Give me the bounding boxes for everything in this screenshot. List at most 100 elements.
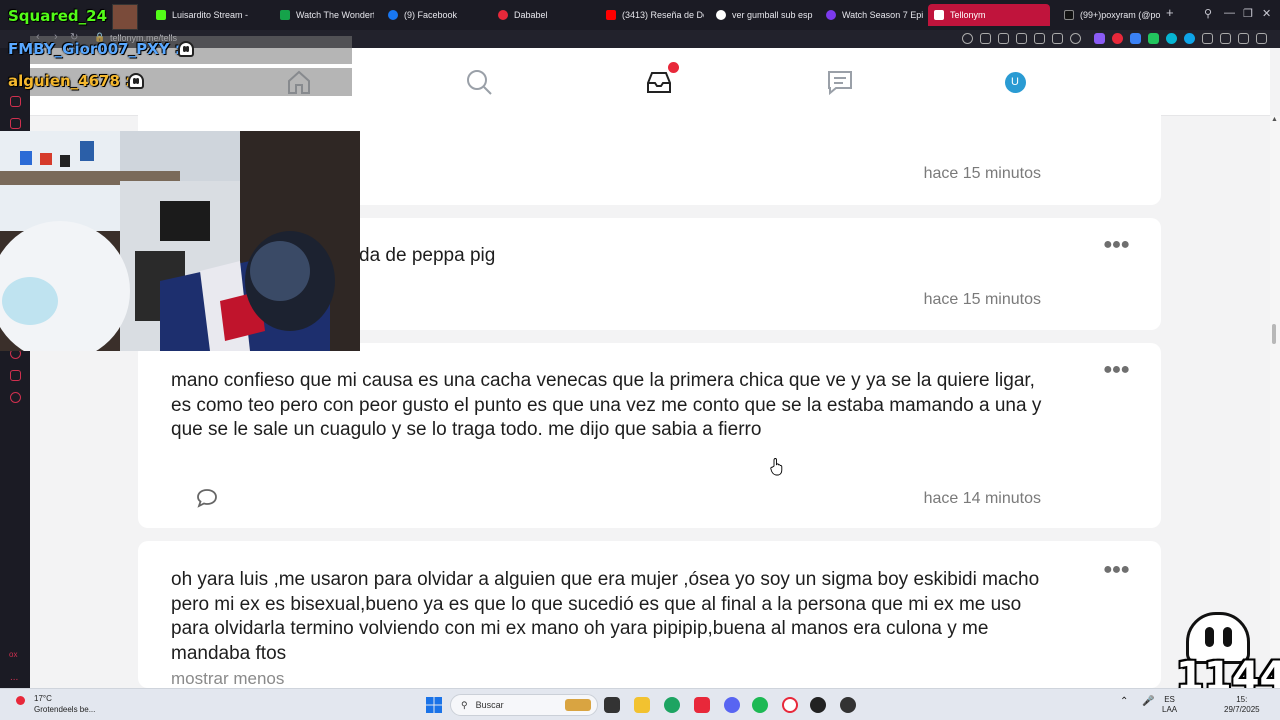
browser-tab-active[interactable]: Tellonym — [928, 4, 1050, 26]
extensions-puzzle-icon[interactable] — [1202, 33, 1213, 44]
tell-text: oh yara luis ,me usaron para olvidar a a… — [171, 569, 1040, 664]
streamer-name: Squared_24 : — [8, 7, 119, 25]
extension-icon[interactable] — [1184, 33, 1195, 44]
reply-button[interactable] — [196, 488, 218, 513]
pin-icon[interactable] — [980, 33, 991, 44]
sidebar-toggle-icon[interactable] — [1220, 33, 1231, 44]
windows-start-icon[interactable] — [426, 697, 442, 713]
sidebar-app-icon[interactable] — [10, 370, 21, 381]
browser-tab[interactable]: (3413) Reseña de De — [600, 4, 704, 26]
browser-tab[interactable]: Watch The Wonderf — [274, 4, 374, 26]
sidebar-app-icon[interactable] — [10, 118, 21, 129]
ghost-emote-icon — [178, 41, 194, 57]
minimize-icon[interactable]: — — [1224, 7, 1235, 19]
show-less-link[interactable]: mostrar menos — [171, 669, 284, 689]
close-icon[interactable]: ✕ — [1262, 7, 1271, 20]
browser-tab[interactable]: Watch Season 7 Epi — [820, 4, 924, 26]
play-icon[interactable] — [1052, 33, 1063, 44]
extension-icon[interactable] — [1148, 33, 1159, 44]
translate-icon[interactable] — [1034, 33, 1045, 44]
search-tabs-icon[interactable]: ⚲ — [1204, 7, 1212, 20]
opera-icon[interactable] — [782, 697, 798, 713]
site-favicon-icon — [826, 10, 836, 20]
weather-desc: Grotendeels be... — [34, 705, 96, 714]
browser-tab-strip: Luisardito Stream - Watch The Wonderf (9… — [0, 0, 1280, 30]
more-options-button[interactable]: ●●● — [1103, 561, 1130, 579]
tell-card: mano confieso que mi causa es una cacha … — [138, 343, 1161, 528]
zoom-icon[interactable] — [962, 33, 973, 44]
app-icon[interactable] — [810, 697, 826, 713]
feed-icon — [828, 71, 852, 96]
tell-timestamp: hace 15 minutos — [923, 291, 1041, 308]
youtube-favicon-icon — [606, 10, 616, 20]
spotify-icon[interactable] — [752, 697, 768, 713]
microphone-icon[interactable]: 🎤 — [1142, 697, 1154, 707]
more-options-button[interactable]: ●●● — [1103, 236, 1130, 254]
sidebar-app-icon[interactable] — [10, 96, 21, 107]
chrome-icon[interactable] — [664, 697, 680, 713]
more-icon[interactable]: ... — [10, 672, 18, 683]
obs-icon[interactable] — [840, 697, 856, 713]
tiktok-favicon-icon — [1064, 10, 1074, 20]
site-favicon-icon — [498, 10, 508, 20]
webcam-feed — [0, 131, 360, 351]
facebook-favicon-icon — [388, 10, 398, 20]
weather-widget[interactable]: 17°C Grotendeels be... — [14, 693, 95, 715]
streamer-avatar — [112, 4, 138, 30]
weather-icon — [16, 696, 25, 705]
avatar: U — [1004, 71, 1026, 93]
settings-icon[interactable] — [10, 392, 21, 403]
taskbar-search[interactable]: ⚲ Buscar — [450, 694, 598, 716]
profile-button[interactable]: U — [999, 66, 1031, 98]
browser-tab[interactable]: (9) Facebook — [382, 4, 492, 26]
download-icon[interactable] — [1238, 33, 1249, 44]
task-view-icon[interactable] — [604, 697, 620, 713]
tell-card: oh yara luis ,me usaron para olvidar a a… — [138, 541, 1161, 688]
search-button[interactable] — [463, 66, 495, 98]
ghost-emote-icon — [128, 73, 144, 89]
search-icon — [467, 70, 492, 95]
webcam-image — [0, 131, 360, 351]
new-tab-button[interactable]: + — [1166, 5, 1174, 20]
inbox-button[interactable] — [643, 62, 679, 98]
restore-icon[interactable]: ❐ — [1243, 7, 1253, 20]
extension-icon[interactable] — [1112, 33, 1123, 44]
file-explorer-icon[interactable] — [634, 697, 650, 713]
comment-icon — [197, 489, 217, 508]
tell-timestamp: hace 15 minutos — [923, 165, 1041, 182]
sidebar-app-icon[interactable]: ox — [9, 650, 17, 659]
kick-favicon-icon — [156, 10, 166, 20]
google-favicon-icon — [716, 10, 726, 20]
menu-icon[interactable] — [1256, 33, 1267, 44]
search-icon: ⚲ — [461, 699, 468, 710]
browser-tab[interactable]: ver gumball sub esp — [710, 4, 814, 26]
clock[interactable]: 15: 29/7/2025 — [1224, 695, 1260, 715]
app-icon[interactable] — [694, 697, 710, 713]
windows-taskbar: 17°C Grotendeels be... ⚲ Buscar ⌃ 🎤 ES L… — [0, 688, 1280, 720]
shield-icon[interactable] — [1016, 33, 1027, 44]
extension-icon[interactable] — [1130, 33, 1141, 44]
more-options-button[interactable]: ●●● — [1103, 361, 1130, 379]
heart-icon[interactable] — [1070, 33, 1081, 44]
search-highlight-icon — [565, 699, 591, 711]
browser-tab[interactable]: (99+)poxyram (@po — [1058, 4, 1162, 26]
scroll-up-icon[interactable]: ▲ — [1271, 116, 1278, 123]
search-placeholder: Buscar — [475, 700, 504, 710]
tray-chevron-icon[interactable]: ⌃ — [1120, 697, 1128, 707]
language-indicator[interactable]: ES LAA — [1162, 695, 1177, 715]
hand-cursor-icon — [770, 458, 783, 476]
page-scrollbar[interactable]: ▲ ▼ — [1270, 116, 1280, 688]
scroll-thumb[interactable] — [1272, 324, 1276, 344]
weather-temp: 17°C — [34, 694, 52, 703]
discord-icon[interactable] — [724, 697, 740, 713]
extension-icon[interactable] — [1094, 33, 1105, 44]
extension-icon[interactable] — [1166, 33, 1177, 44]
tell-text: mano confieso que mi causa es una cacha … — [171, 370, 1042, 440]
browser-tab[interactable]: Dababel — [492, 4, 602, 26]
tell-timestamp: hace 14 minutos — [923, 490, 1041, 507]
feed-button[interactable] — [824, 66, 856, 98]
site-favicon-icon — [280, 10, 290, 20]
screenshot-icon[interactable] — [998, 33, 1009, 44]
browser-tab[interactable]: Luisardito Stream - — [150, 4, 260, 26]
tellonym-favicon-icon — [934, 10, 944, 20]
